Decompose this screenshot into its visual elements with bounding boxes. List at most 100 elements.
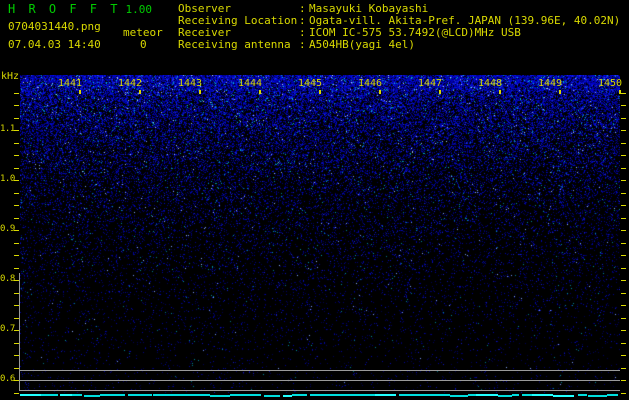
y-tick-left: [14, 155, 19, 156]
y-tick-left: [14, 118, 19, 119]
signal-trace-segment: [498, 395, 512, 397]
y-tick-right: [621, 343, 626, 344]
hrofft-window: H R O F F T 1.00 0704031440.png meteor 0…: [0, 0, 629, 400]
x-tick-minute: [619, 90, 621, 94]
x-tick-minute: [139, 90, 141, 94]
signal-trace-segment: [41, 394, 58, 396]
datetime-stamp: 07.04.03 14:40: [8, 39, 101, 50]
signal-trace-segment: [355, 394, 375, 396]
signal-trace-segment: [468, 394, 476, 396]
y-tick-right: [621, 305, 626, 306]
x-tick-label: 1447: [416, 79, 444, 89]
signal-trace-segment: [230, 394, 243, 396]
y-tick-right: [621, 168, 626, 169]
signal-trace-segment: [60, 394, 72, 396]
signal-scale-axis: [19, 273, 20, 391]
signal-trace-segment: [100, 394, 111, 396]
y-tick-right: [621, 255, 626, 256]
y-tick-right: [621, 218, 626, 219]
y-tick-right: [621, 143, 626, 144]
y-tick-label: 0.9: [0, 225, 14, 234]
x-tick-label: 1448: [476, 79, 504, 89]
x-tick-label: 1445: [296, 79, 324, 89]
y-tick-left: [14, 205, 19, 206]
app-header: H R O F F T 1.00: [8, 3, 152, 16]
y-tick-right: [621, 393, 626, 394]
y-tick-left: [14, 168, 19, 169]
signal-trace-segment: [283, 395, 293, 397]
y-tick-right: [621, 230, 626, 231]
y-tick-right: [621, 355, 626, 356]
x-tick-minute: [499, 90, 501, 94]
x-tick-minute: [379, 90, 381, 94]
signal-trace-segment: [476, 394, 498, 396]
y-tick-label: 1.0: [0, 175, 14, 184]
y-tick-label: 0.7: [0, 325, 14, 334]
y-tick-left: [14, 193, 19, 194]
x-tick-label: 1443: [176, 79, 204, 89]
signal-trace-segment: [153, 394, 161, 396]
signal-trace-segment: [175, 394, 182, 396]
station-value: A504HB(yagi 4el): [309, 39, 415, 50]
signal-trace-segment: [72, 394, 82, 396]
signal-trace-segment: [553, 395, 574, 397]
signal-trace-segment: [139, 394, 152, 396]
signal-trace-segment: [182, 394, 200, 396]
y-tick-left: [14, 143, 19, 144]
y-tick-right: [621, 130, 626, 131]
y-tick-left: [14, 255, 19, 256]
separator: :: [299, 15, 309, 26]
x-tick-minute: [559, 90, 561, 94]
signal-trace-segment: [399, 394, 409, 396]
y-tick-left: [14, 180, 19, 181]
station-row-observer: Observer : Masayuki Kobayashi: [178, 3, 428, 14]
y-tick-right: [621, 118, 626, 119]
station-value: Ogata-vill. Akita-Pref. JAPAN (139.96E, …: [309, 15, 620, 26]
station-label: Receiver: [178, 27, 299, 38]
signal-trace-segment: [512, 394, 519, 396]
y-tick-right: [621, 330, 626, 331]
signal-trace-segment: [450, 395, 468, 397]
x-tick-minute: [199, 90, 201, 94]
station-value: ICOM IC-575 53.7492(@LCD)MHz USB: [309, 27, 521, 38]
y-tick-right: [621, 268, 626, 269]
signal-trace-segment: [84, 395, 100, 397]
station-row-antenna: Receiving antenna : A504HB(yagi 4el): [178, 39, 415, 50]
output-filename: 0704031440.png: [8, 21, 101, 32]
signal-trace-segment: [578, 394, 587, 396]
station-label: Receiving Location: [178, 15, 299, 26]
signal-trace-segment: [328, 394, 349, 396]
y-tick-left: [14, 230, 19, 231]
y-tick-right: [621, 105, 626, 106]
signal-reference-line: [20, 390, 620, 391]
signal-trace-segment: [128, 394, 139, 396]
station-row-receiver: Receiver : ICOM IC-575 53.7492(@LCD)MHz …: [178, 27, 521, 38]
y-tick-right: [621, 380, 626, 381]
signal-trace-segment: [408, 394, 423, 396]
signal-trace-segment: [292, 394, 306, 396]
meteor-counter-label: meteor: [123, 27, 163, 38]
signal-trace-segment: [522, 394, 532, 396]
signal-trace-segment: [160, 394, 175, 396]
y-tick-right: [621, 293, 626, 294]
station-label: Receiving antenna: [178, 39, 299, 50]
y-tick-left: [14, 393, 19, 394]
spectrogram-noise-canvas: [20, 75, 620, 393]
y-tick-left: [14, 268, 19, 269]
signal-trace-segment: [264, 395, 280, 397]
signal-reference-line: [20, 380, 620, 381]
y-tick-label: 1.1: [0, 125, 14, 134]
station-row-location: Receiving Location : Ogata-vill. Akita-P…: [178, 15, 620, 26]
signal-trace-segment: [375, 394, 396, 396]
app-title: H R O F F T: [8, 3, 120, 15]
signal-trace-segment: [243, 394, 261, 396]
signal-trace-segment: [593, 395, 606, 397]
x-tick-minute: [319, 90, 321, 94]
signal-reference-line: [20, 370, 620, 371]
separator: :: [299, 39, 309, 50]
y-tick-right: [621, 280, 626, 281]
station-label: Observer: [178, 3, 299, 14]
x-tick-label: 1446: [356, 79, 384, 89]
signal-trace-segment: [200, 394, 210, 396]
signal-trace-segment: [20, 394, 41, 396]
